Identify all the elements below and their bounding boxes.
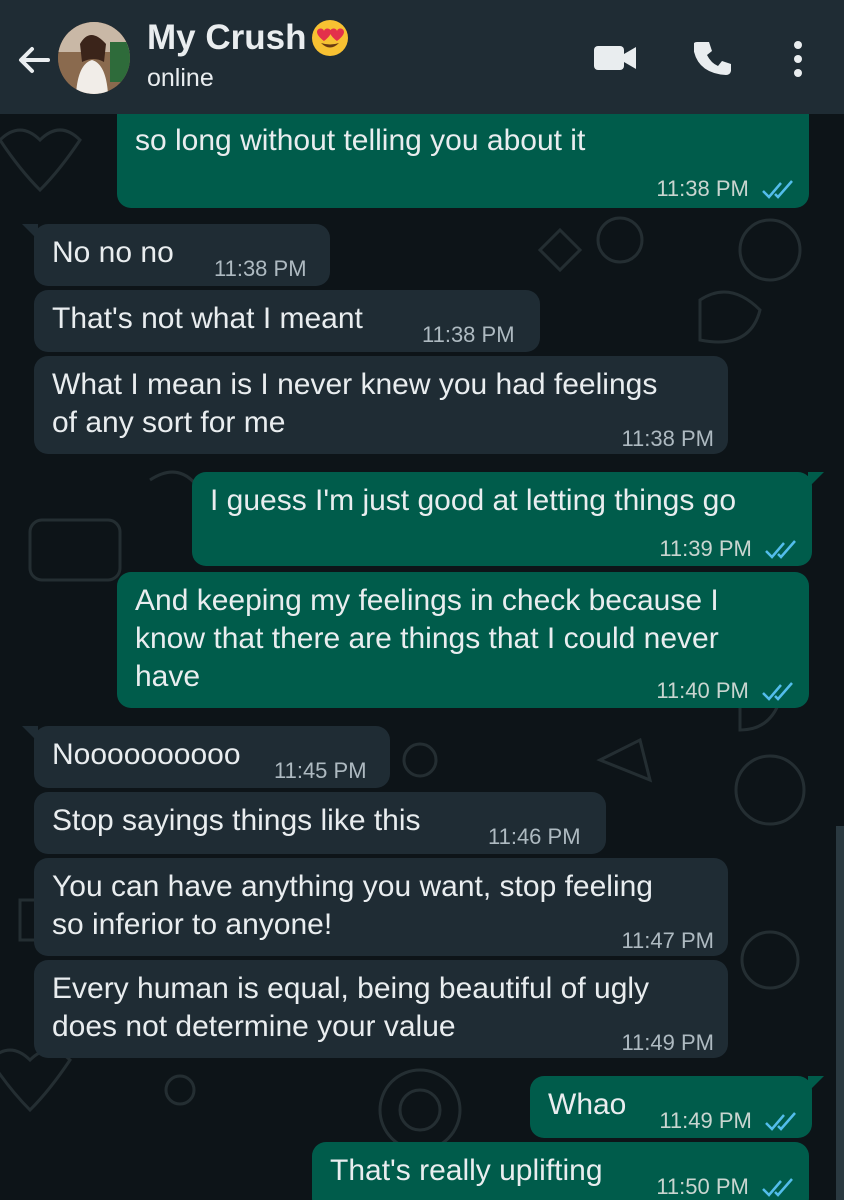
message-time: 11:45 PM	[274, 758, 367, 783]
read-ticks-icon	[762, 180, 793, 200]
scrollbar[interactable]	[836, 826, 844, 1200]
read-ticks-icon	[765, 540, 796, 560]
more-options-icon[interactable]	[790, 40, 806, 78]
message-bubble-incoming[interactable]: You can have anything you want, stop fee…	[34, 858, 728, 956]
back-arrow-icon[interactable]	[14, 40, 54, 80]
message-text: Whao	[548, 1088, 627, 1121]
message-text: You can have anything you want, stop fee…	[52, 870, 653, 941]
message-bubble-outgoing[interactable]: Whao 11:49 PM	[530, 1076, 824, 1140]
message-bubble-incoming[interactable]: Noooooooooo 11:45 PM	[22, 726, 390, 788]
message-text: And keeping my feelings in check because…	[135, 584, 719, 693]
heart-eyes-emoji-icon	[312, 20, 349, 56]
message-time: 11:38 PM	[656, 176, 749, 201]
message-list[interactable]: so long without telling you about it 11:…	[0, 84, 844, 1200]
message-bubble-outgoing[interactable]: That's really uplifting 11:50 PM	[312, 1142, 809, 1200]
contact-name[interactable]: My Crush	[147, 18, 306, 58]
chat-screen: My Crush online so long without telling …	[0, 0, 844, 1200]
video-call-icon[interactable]	[594, 42, 638, 74]
message-bubble-incoming[interactable]: That's not what I meant 11:38 PM	[34, 290, 540, 352]
message-text: Every human is equal, being beautiful of…	[52, 972, 650, 1043]
message-time: 11:38 PM	[214, 256, 307, 281]
message-bubble-incoming[interactable]: Stop sayings things like this 11:46 PM	[34, 792, 606, 854]
voice-call-icon[interactable]	[694, 40, 732, 78]
message-time-row: 11:38 PM	[656, 170, 795, 208]
message-time: 11:39 PM	[659, 536, 752, 561]
message-time-row: 11:49 PM	[659, 1102, 798, 1140]
bubble-tail	[22, 726, 38, 742]
bubble-tail	[808, 472, 824, 488]
message-text: That's not what I meant	[52, 302, 363, 335]
message-time: 11:38 PM	[422, 322, 515, 347]
message-time-row: 11:39 PM	[659, 530, 798, 568]
read-ticks-icon	[762, 682, 793, 702]
message-text: so long without telling you about it	[135, 124, 586, 157]
message-text: I guess I'm just good at letting things …	[210, 484, 737, 517]
message-time: 11:38 PM	[621, 426, 714, 451]
message-time: 11:46 PM	[488, 824, 581, 849]
message-time: 11:49 PM	[659, 1108, 752, 1133]
message-text: Noooooooooo	[52, 738, 241, 771]
message-time: 11:47 PM	[621, 928, 714, 953]
bubble-tail	[22, 224, 38, 240]
message-time-row: 11:40 PM	[656, 672, 795, 710]
message-text: Stop sayings things like this	[52, 804, 421, 837]
contact-avatar[interactable]	[58, 22, 130, 94]
message-bubble-incoming[interactable]: No no no 11:38 PM	[22, 224, 330, 286]
message-bubble-incoming[interactable]: What I mean is I never knew you had feel…	[34, 356, 728, 454]
contact-status: online	[147, 64, 214, 92]
message-bubble-outgoing[interactable]: I guess I'm just good at letting things …	[192, 472, 824, 568]
message-text: That's really uplifting	[330, 1154, 603, 1187]
contact-name-row[interactable]: My Crush	[147, 18, 350, 58]
message-text: No no no	[52, 236, 174, 269]
message-time: 11:49 PM	[621, 1030, 714, 1055]
message-text: What I mean is I never knew you had feel…	[52, 368, 658, 439]
message-time-row: 11:50 PM	[656, 1168, 795, 1200]
message-time: 11:40 PM	[656, 678, 749, 703]
read-ticks-icon	[765, 1112, 796, 1132]
bubble-tail	[808, 1076, 824, 1092]
message-bubble-outgoing[interactable]: And keeping my feelings in check because…	[117, 572, 809, 708]
message-bubble-incoming[interactable]: Every human is equal, being beautiful of…	[34, 960, 728, 1058]
chat-header: My Crush online	[0, 0, 844, 114]
read-ticks-icon	[762, 1178, 793, 1198]
message-time: 11:50 PM	[656, 1174, 749, 1199]
